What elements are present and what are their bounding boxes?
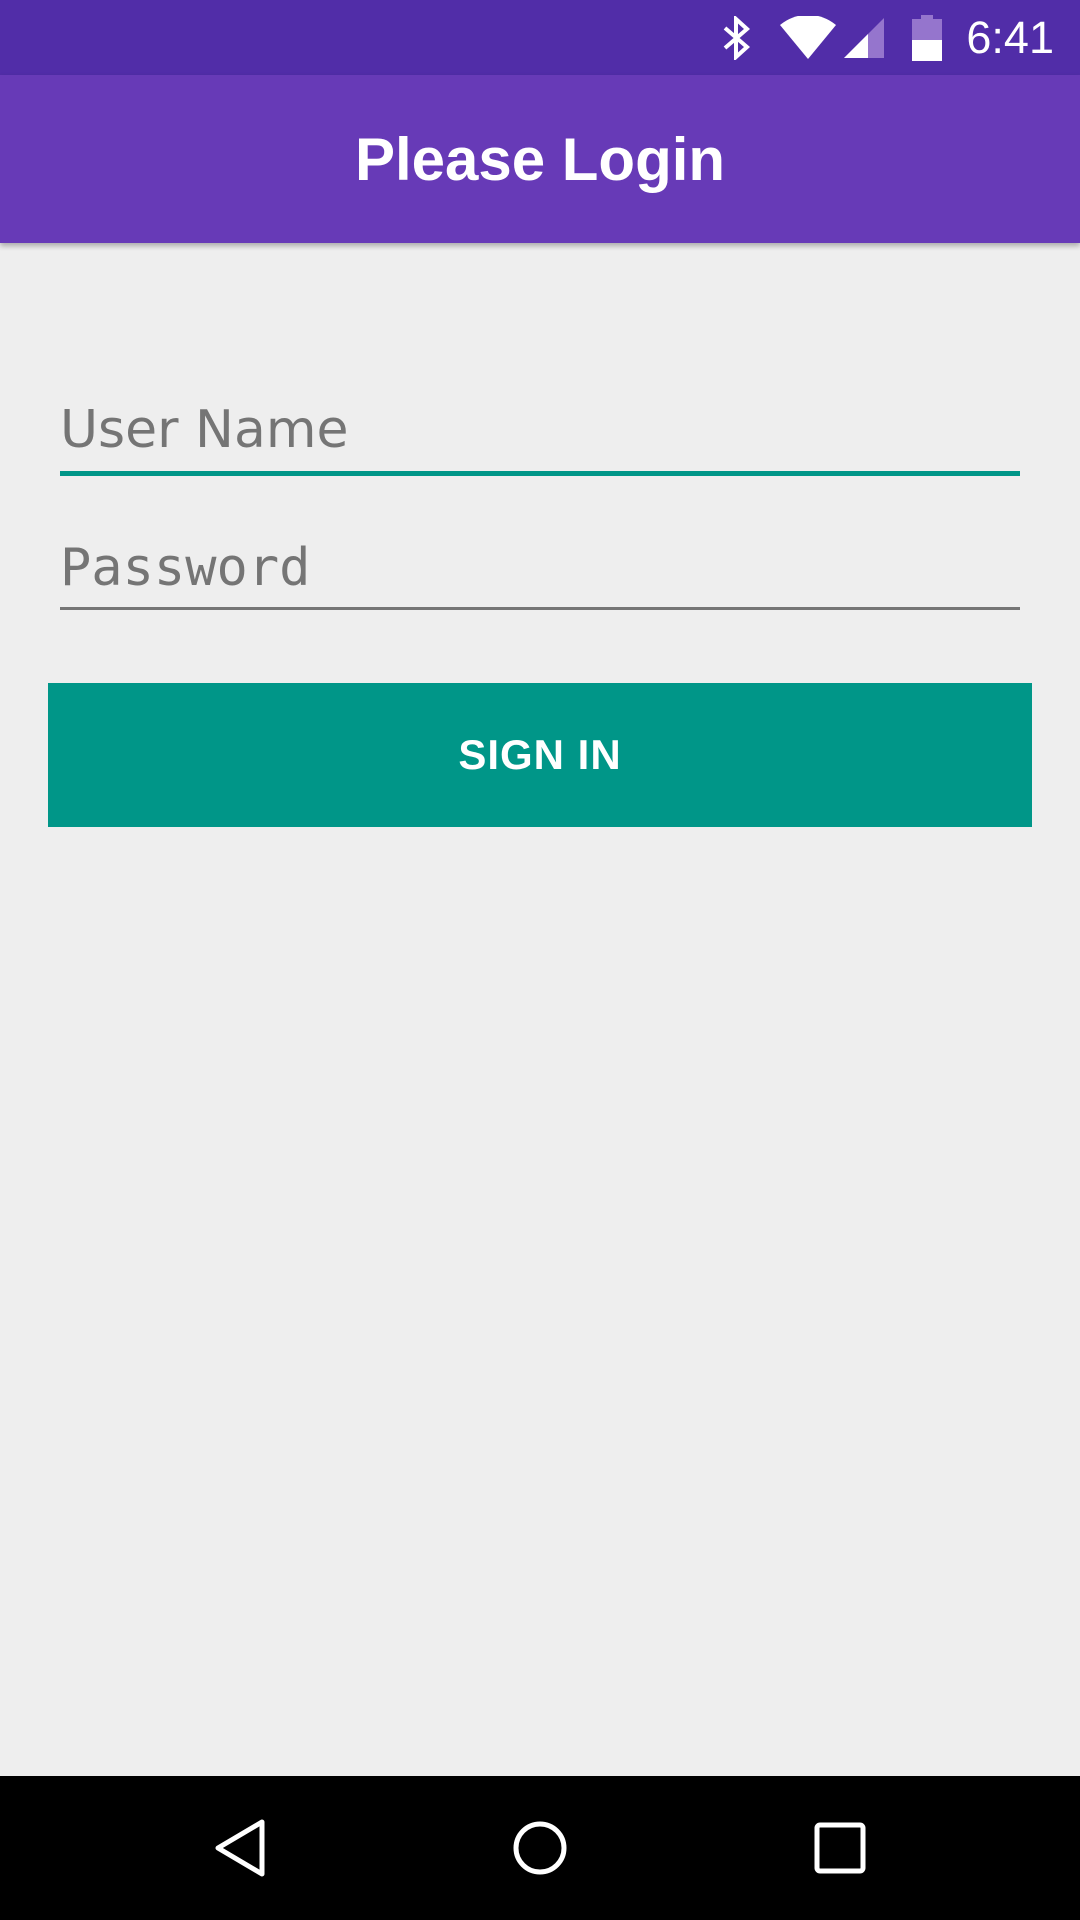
login-screen: 6:41 Please Login SIGN IN	[0, 0, 1080, 1920]
password-input[interactable]	[60, 528, 1020, 610]
home-button[interactable]	[460, 1776, 620, 1920]
app-bar: Please Login	[0, 75, 1080, 243]
back-icon	[215, 1819, 265, 1877]
navigation-bar	[0, 1776, 1080, 1920]
recents-icon	[814, 1822, 866, 1874]
status-icons: 6:41	[720, 0, 1054, 75]
recents-button[interactable]	[760, 1776, 920, 1920]
sign-in-button[interactable]: SIGN IN	[48, 683, 1032, 827]
cell-signal-icon	[844, 17, 885, 58]
back-button[interactable]	[160, 1776, 320, 1920]
page-title: Please Login	[354, 125, 726, 193]
status-clock: 6:41	[966, 12, 1054, 63]
wifi-icon	[780, 15, 837, 59]
battery-icon	[912, 14, 943, 61]
status-bar: 6:41	[0, 0, 1080, 75]
home-icon	[513, 1821, 567, 1875]
bluetooth-icon	[724, 15, 751, 60]
username-input[interactable]	[60, 388, 1020, 476]
